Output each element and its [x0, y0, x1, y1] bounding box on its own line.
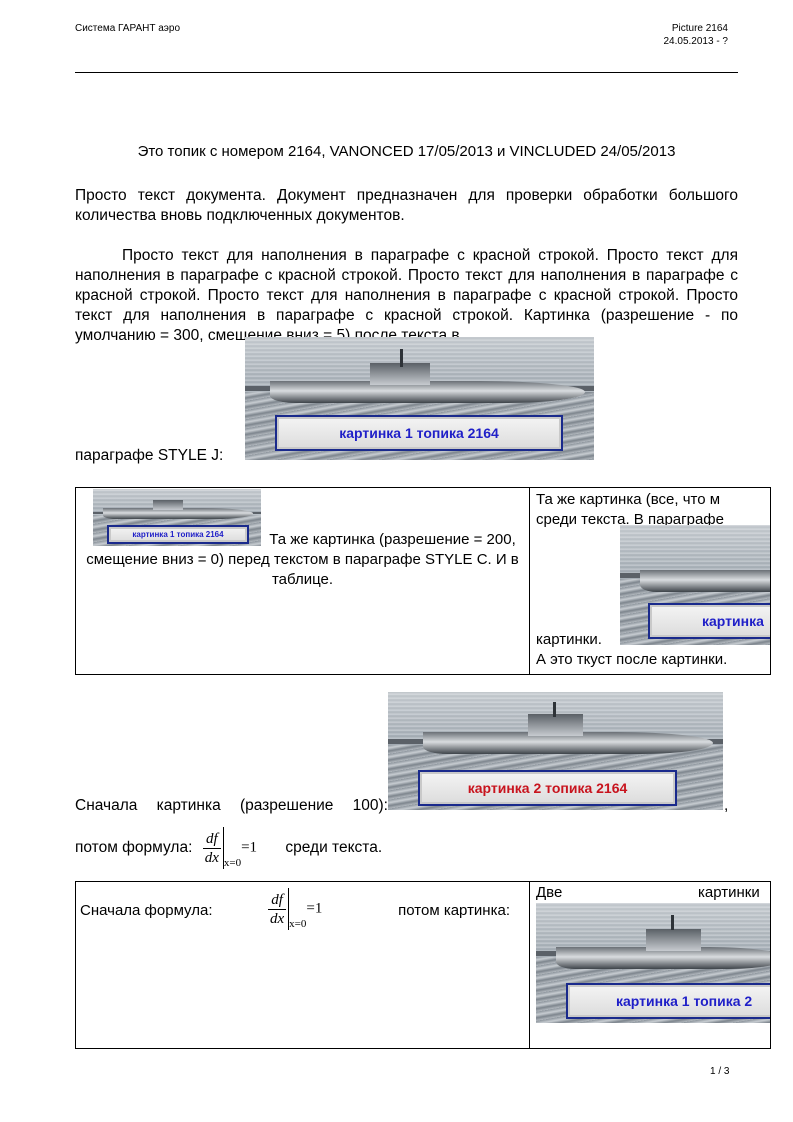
paragraph-picture-lead: Сначала картинка (разрешение 100): [75, 797, 388, 814]
footer-page-number: 1 / 3 [710, 1066, 730, 1077]
table-2-formula-subscript: x=0 [289, 917, 307, 930]
picture-topic-1-large: картинка 1 топика 2164 [245, 337, 594, 460]
table-2-formula-numerator: df [268, 891, 287, 910]
table-1: картинка 1 топика 2164 Та же картинка (р… [75, 487, 771, 675]
table-1-right-line1: Та же картинка (все, что м [536, 491, 721, 508]
table-2-formula: df dx x=0=1 [268, 888, 322, 930]
formula-subscript: x=0 [223, 856, 242, 869]
table-1-left-text: Та же картинка (разрешение = 200, смещен… [86, 530, 519, 590]
picture-caption-1-cut: картинка [648, 603, 770, 639]
table-1-left-text-content: Та же картинка (разрешение = 200, смещен… [86, 531, 519, 588]
paragraph-intro: Просто текст документа. Документ предназ… [75, 187, 738, 224]
picture-caption-1-table2: картинка 1 топика 2 [566, 983, 770, 1019]
paragraph-red-line: Просто текст для наполнения в параграфе … [75, 247, 738, 344]
table-1-right-after: картинки. [536, 631, 602, 648]
header-date: 24.05.2013 - ? [663, 36, 729, 47]
formula-line-post: среди текста. [285, 839, 383, 857]
paragraph-red-line-tail: параграфе STYLE J: [75, 447, 224, 464]
header-system-name: Система ГАРАНТ аэро [75, 23, 181, 34]
table-2-left-pre: Сначала формула: [80, 902, 213, 919]
paragraph-formula-line: потом формула: df dx x=0=1 среди текста. [75, 827, 382, 869]
table-2-left-post: потом картинка: [398, 902, 510, 919]
paragraph-picture-comma: , [724, 797, 729, 814]
table-2-formula-denominator: dx [270, 910, 285, 927]
formula-denominator: dx [204, 849, 219, 866]
table-2-right-word1: Две [536, 884, 563, 901]
table-1-right-last: А это ткуст после картинки. [536, 651, 728, 668]
table-2-formula-equals: =1 [306, 900, 323, 917]
formula-equals: =1 [241, 839, 258, 856]
picture-topic-2: картинка 2 топика 2164 [388, 692, 723, 810]
header-rule [75, 72, 738, 73]
formula-df-dx: df dx x=0=1 [202, 827, 258, 869]
picture-topic-1-cut: картинка [620, 525, 770, 645]
table-2-right-word2: картинки [698, 884, 760, 901]
picture-caption-1: картинка 1 топика 2164 [275, 415, 563, 451]
table-1-left-cell: картинка 1 топика 2164 Та же картинка (р… [75, 487, 530, 675]
table-1-right-cell: Та же картинка (все, что м среди текста.… [529, 487, 771, 675]
document-title: Это топик с номером 2164, VANONCED 17/05… [137, 143, 676, 160]
picture-caption-2: картинка 2 топика 2164 [418, 770, 677, 806]
table-2-left-cell: Сначала формула: df dx x=0=1 потом картинк… [75, 881, 530, 1049]
table-2: Сначала формула: df dx x=0=1 потом картинк… [75, 881, 771, 1049]
formula-line-pre: потом формула: [75, 839, 193, 857]
formula-numerator: df [202, 830, 221, 849]
table-2-right-cell: Две картинки картинка 1 топика 2 [529, 881, 771, 1049]
picture-topic-1-table2: картинка 1 топика 2 [536, 903, 770, 1023]
header-picture-id: Picture 2164 [671, 23, 728, 34]
